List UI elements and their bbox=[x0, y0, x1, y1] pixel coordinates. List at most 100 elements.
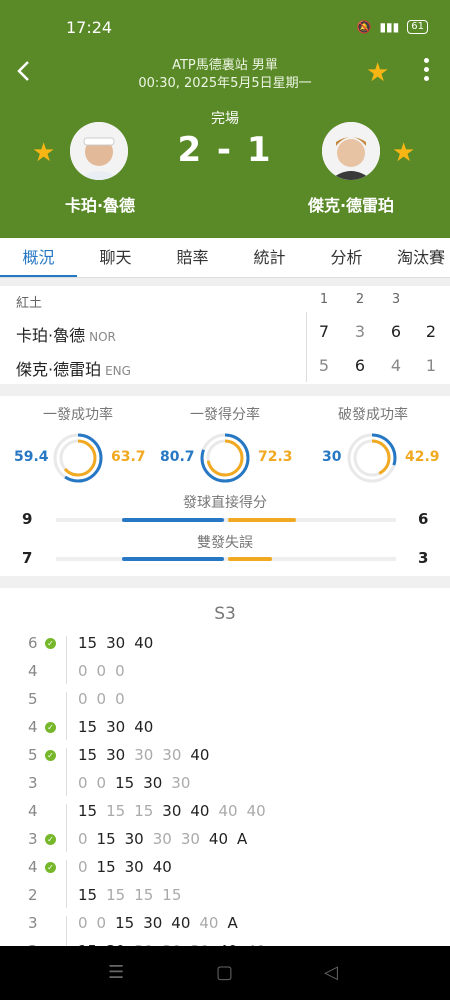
game-count: 4 bbox=[28, 718, 38, 736]
point-score: 30 bbox=[162, 746, 182, 764]
point-score: 15 bbox=[106, 886, 126, 904]
point-sequence: 15 15 15 15 bbox=[78, 886, 190, 904]
bar-right-fill bbox=[228, 518, 296, 522]
stat-title: 一發成功率 bbox=[43, 407, 113, 423]
point-score: 0 bbox=[96, 662, 107, 680]
system-navbar: ☰ ▢ ◁ bbox=[0, 946, 450, 1000]
point-score: 30 bbox=[124, 830, 144, 848]
sets-total: 2 bbox=[425, 322, 437, 341]
game-count: 6 bbox=[28, 634, 38, 652]
divider bbox=[66, 636, 67, 684]
battery-icon: 61 bbox=[407, 20, 428, 34]
tab-chat[interactable]: 聊天 bbox=[77, 238, 154, 277]
game-row: 4 ✓ 0 15 30 40 2 15 15 15 15 bbox=[0, 856, 450, 912]
game-count: 4 bbox=[28, 858, 38, 876]
bar-right-value: 3 bbox=[418, 549, 429, 567]
game-count: 3 bbox=[28, 914, 38, 932]
point-score: 15 bbox=[134, 886, 154, 904]
point-score: 0 bbox=[78, 914, 88, 932]
status-bar: 17:24 🔕 ▮▮▮ 61 bbox=[0, 0, 450, 52]
bar-left-fill bbox=[122, 557, 224, 561]
tab-stats[interactable]: 統計 bbox=[231, 238, 308, 277]
player1-avatar[interactable] bbox=[70, 122, 128, 180]
serve-check-icon: ✓ bbox=[45, 638, 56, 649]
bar-title: 雙發失誤 bbox=[197, 535, 253, 551]
menu-icon[interactable]: ☰ bbox=[108, 962, 124, 983]
game-row: 30015304040A3✓15303030304040 bbox=[0, 912, 450, 948]
set-score: 7 bbox=[318, 322, 330, 341]
stat-ring-1 bbox=[200, 433, 250, 483]
back-triangle-icon[interactable]: ◁ bbox=[324, 962, 338, 983]
point-score: 40 bbox=[134, 634, 154, 652]
point-score: 15 bbox=[106, 802, 126, 820]
favorite-star-icon[interactable]: ★ bbox=[366, 60, 389, 86]
point-score: 15 bbox=[162, 886, 182, 904]
more-menu-icon[interactable] bbox=[422, 58, 430, 86]
bar-left-fill bbox=[122, 518, 224, 522]
point-score: 40 bbox=[134, 718, 154, 736]
point-score: 30 bbox=[134, 746, 154, 764]
bar-right-value: 6 bbox=[418, 510, 429, 528]
tab-analysis[interactable]: 分析 bbox=[308, 238, 385, 277]
tab-bar: 概況 聊天 賠率 統計 分析 淘汰賽 bbox=[0, 238, 450, 278]
stat-right-value: 42.9 bbox=[405, 449, 440, 465]
point-score: 40 bbox=[246, 802, 266, 820]
player2-star-icon[interactable]: ★ bbox=[392, 140, 415, 166]
point-score: 30 bbox=[106, 746, 126, 764]
player2-avatar[interactable] bbox=[322, 122, 380, 180]
stats-panel: 一發成功率 一發得分率 破發成功率 59.4 63.7 80.7 72.3 30… bbox=[0, 396, 450, 576]
point-score: 40 bbox=[199, 914, 219, 932]
serve-check-icon: ✓ bbox=[45, 750, 56, 761]
point-score: 0 bbox=[78, 774, 88, 792]
mute-icon: 🔕 bbox=[356, 20, 372, 34]
point-score: 15 bbox=[115, 914, 135, 932]
serve-check-icon: ✓ bbox=[45, 834, 56, 845]
point-score: A bbox=[237, 830, 248, 848]
point-sequence: 0 0 15 30 30 bbox=[78, 774, 199, 792]
point-score: 30 bbox=[171, 774, 191, 792]
serve-check-icon: ✓ bbox=[45, 862, 56, 873]
stat-right-value: 72.3 bbox=[258, 449, 293, 465]
point-score: 15 bbox=[78, 802, 98, 820]
row-player1-name: 卡珀·魯德 NOR bbox=[16, 326, 116, 345]
player1-name[interactable]: 卡珀·魯德 bbox=[30, 192, 170, 216]
row-player2-name: 傑克·德雷珀 ENG bbox=[16, 360, 131, 379]
game-row: 6 ✓ 15 30 40 4 0 0 0 bbox=[0, 632, 450, 688]
game-count: 2 bbox=[28, 886, 38, 904]
player1-star-icon[interactable]: ★ bbox=[32, 140, 55, 166]
tab-knockout[interactable]: 淘汰賽 bbox=[385, 238, 450, 277]
point-sequence: 15 15 15 30 40 40 40 bbox=[78, 802, 275, 820]
point-score: 30 bbox=[106, 634, 126, 652]
point-score: A bbox=[227, 914, 238, 932]
point-sequence: 0 0 15 30 40 40 A bbox=[78, 914, 247, 932]
divider bbox=[66, 860, 67, 908]
bar-track bbox=[56, 557, 396, 561]
point-score: 0 bbox=[115, 690, 125, 708]
divider bbox=[66, 692, 67, 740]
player2-name[interactable]: 傑克·德雷珀 bbox=[281, 192, 421, 216]
game-count: 5 bbox=[28, 746, 38, 764]
point-score: 30 bbox=[143, 774, 163, 792]
tab-odds[interactable]: 賠率 bbox=[154, 238, 231, 277]
divider bbox=[66, 748, 67, 796]
point-score: 40 bbox=[190, 802, 210, 820]
point-score: 15 bbox=[96, 858, 116, 876]
clock: 17:24 bbox=[66, 18, 113, 37]
point-score: 15 bbox=[78, 746, 98, 764]
point-score: 40 bbox=[152, 858, 172, 876]
stat-right-value: 63.7 bbox=[111, 449, 146, 465]
set-score: 6 bbox=[390, 322, 402, 341]
divider bbox=[66, 804, 67, 852]
bar-track bbox=[56, 518, 396, 522]
point-score: 0 bbox=[78, 830, 88, 848]
set-header: 2 bbox=[355, 292, 365, 307]
stat-ring-0 bbox=[53, 433, 103, 483]
bar-left-value: 9 bbox=[22, 510, 33, 528]
home-icon[interactable]: ▢ bbox=[216, 962, 233, 983]
tab-overview[interactable]: 概況 bbox=[0, 238, 77, 277]
bar-left-value: 7 bbox=[22, 549, 33, 567]
stat-left-value: 30 bbox=[322, 449, 342, 465]
point-sequence: 0 15 30 40 bbox=[78, 858, 181, 876]
match-score: 2 - 1 bbox=[177, 130, 273, 170]
set-scores-table: 紅土 1 2 3 卡珀·魯德 NOR 7 3 6 2 傑克·德雷珀 ENG 5 6 … bbox=[0, 286, 450, 384]
